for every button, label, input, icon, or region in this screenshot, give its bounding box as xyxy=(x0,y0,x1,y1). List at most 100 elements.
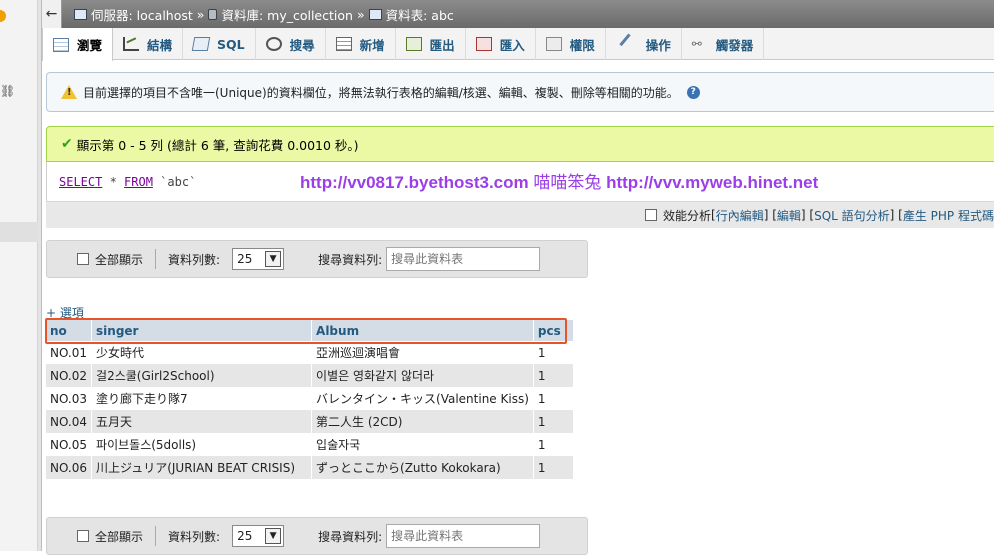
table-row[interactable]: NO.02 걸2스쿨(Girl2School) 이별은 영화같지 않더라 1 xyxy=(46,364,574,387)
tab-privileges[interactable]: 權限 xyxy=(536,28,606,60)
create-php-code-link[interactable]: 產生 PHP 程式碼 xyxy=(903,207,994,224)
insert-icon xyxy=(335,37,352,51)
cell-singer: 川上ジュリア(JURIAN BEAT CRISIS) xyxy=(91,456,313,479)
triggers-icon: ⚯ xyxy=(691,37,702,51)
cell-no: NO.05 xyxy=(46,433,93,456)
table-row[interactable]: NO.05 파이브돌스(5dolls) 입술자국 1 xyxy=(46,433,574,456)
breadcrumb-table[interactable]: 資料表: abc xyxy=(386,5,454,24)
tab-label: 權限 xyxy=(569,37,595,53)
rows-value: 25 xyxy=(237,252,253,266)
import-icon xyxy=(475,37,492,51)
table-row[interactable]: NO.06 川上ジュリア(JURIAN BEAT CRISIS) ずっとここから… xyxy=(46,456,574,479)
rows-value: 25 xyxy=(237,529,253,543)
show-all-checkbox[interactable] xyxy=(77,530,89,542)
edit-link[interactable]: 編輯 xyxy=(777,207,801,224)
tab-browse[interactable]: 瀏覽 xyxy=(42,28,114,61)
rows-per-page-select[interactable]: 25 ▼ xyxy=(232,248,285,270)
rows-per-page-select[interactable]: 25 ▼ xyxy=(232,525,285,547)
browse-icon xyxy=(53,37,69,52)
tab-label: 瀏覽 xyxy=(77,38,103,53)
server-icon xyxy=(74,8,87,20)
back-arrow-icon[interactable]: ← xyxy=(42,0,62,28)
cell-pcs: 1 xyxy=(533,456,574,479)
cell-no: NO.03 xyxy=(46,387,93,410)
explain-sql-link[interactable]: SQL 語句分析 xyxy=(814,207,890,224)
export-icon xyxy=(405,37,422,51)
success-message: ✔ 顯示第 0 - 5 列 (總計 6 筆, 查詢花費 0.0010 秒。) xyxy=(46,126,994,162)
query-links-bar: 效能分析 [ 行內編輯 ] [ 編輯 ] [ SQL 語句分析 ] [ 產生 P… xyxy=(46,202,994,228)
tab-label: 匯入 xyxy=(499,37,525,53)
inline-edit-link[interactable]: 行內編輯 xyxy=(716,207,764,224)
table-navigation-top: 全部顯示 資料列數: 25 ▼ 搜尋資料列: xyxy=(46,240,588,278)
cell-album: バレンタイン・キッス(Valentine Kiss) xyxy=(311,387,534,410)
cell-singer: 五月天 xyxy=(91,410,313,433)
chevron-down-icon: ▼ xyxy=(265,528,282,544)
tab-bar: 瀏覽 結構 SQL 搜尋 新增 匯出 匯入 權限 操作 ⚯ 觸發器 xyxy=(42,28,994,61)
breadcrumb-server[interactable]: 伺服器: localhost xyxy=(91,5,193,24)
watermark-name: 喵喵笨兔 xyxy=(528,173,607,192)
selected-tree-item[interactable] xyxy=(0,222,38,242)
search-icon xyxy=(265,37,282,51)
cell-singer: 걸2스쿨(Girl2School) xyxy=(91,364,313,387)
table-row[interactable]: NO.04 五月天 第二人生 (2CD) 1 xyxy=(46,410,574,433)
chevron-down-icon: ▼ xyxy=(265,251,282,267)
tab-search[interactable]: 搜尋 xyxy=(256,28,326,60)
warning-icon xyxy=(61,85,77,99)
watermark-overlay: http://vv0817.byethost3.com 喵喵笨兔 http://… xyxy=(300,168,818,193)
operations-icon xyxy=(619,33,641,55)
cell-album: 第二人生 (2CD) xyxy=(311,410,534,433)
link-icon[interactable]: ⛓ xyxy=(0,84,15,98)
cell-singer: 파이브돌스(5dolls) xyxy=(91,433,313,456)
logo-icon xyxy=(0,10,6,22)
sql-keyword[interactable]: FROM xyxy=(124,175,153,189)
breadcrumb-database[interactable]: 資料庫: my_collection xyxy=(221,5,352,24)
tab-label: 操作 xyxy=(645,37,671,53)
tab-export[interactable]: 匯出 xyxy=(396,28,466,60)
bracket: ] [ xyxy=(800,208,815,222)
table-row[interactable]: NO.01 少女時代 亞洲巡迴演唱會 1 xyxy=(46,341,574,364)
bracket: ] [ xyxy=(889,208,903,222)
filter-label: 搜尋資料列: xyxy=(318,252,383,267)
table-row[interactable]: NO.03 塗り廊下走り隊7 バレンタイン・キッス(Valentine Kiss… xyxy=(46,387,574,410)
notice-message: 目前選擇的項目不含唯一(Unique)的資料欄位，將無法執行表格的編輯/核選、編… xyxy=(46,72,994,112)
tab-sql[interactable]: SQL xyxy=(183,28,256,60)
breadcrumb-separator: » xyxy=(356,6,365,22)
cell-album: 亞洲巡迴演唱會 xyxy=(311,341,534,364)
header-highlight-box xyxy=(45,318,567,344)
cell-singer: 塗り廊下走り隊7 xyxy=(91,387,313,410)
sql-icon xyxy=(191,37,211,51)
tab-label: 搜尋 xyxy=(289,37,315,53)
separator xyxy=(155,249,157,269)
tab-structure[interactable]: 結構 xyxy=(113,28,184,60)
cell-album: ずっとここから(Zutto Kokokara) xyxy=(311,456,534,479)
tab-operations[interactable]: 操作 xyxy=(606,28,682,60)
breadcrumb: ← 伺服器: localhost » 資料庫: my_collection » … xyxy=(42,0,994,28)
tab-insert[interactable]: 新增 xyxy=(326,28,396,60)
cell-pcs: 1 xyxy=(533,433,574,456)
breadcrumb-separator: » xyxy=(196,6,205,22)
panel-resize-handle[interactable] xyxy=(38,0,42,551)
structure-icon xyxy=(123,37,140,51)
show-all-label: 全部顯示 xyxy=(95,252,144,267)
tab-triggers[interactable]: ⚯ 觸發器 xyxy=(682,28,765,60)
sql-keyword[interactable]: SELECT xyxy=(59,175,102,189)
filter-rows-input[interactable] xyxy=(386,247,541,271)
tab-import[interactable]: 匯入 xyxy=(466,28,536,60)
filter-label: 搜尋資料列: xyxy=(318,529,383,544)
help-icon[interactable]: ? xyxy=(686,85,700,99)
cell-no: NO.06 xyxy=(46,456,93,479)
profiling-checkbox[interactable] xyxy=(644,209,657,221)
tab-label: 新增 xyxy=(359,37,385,53)
cell-album: 이별은 영화같지 않더라 xyxy=(311,364,534,387)
profiling-label: 效能分析 xyxy=(662,208,711,223)
sql-text: * xyxy=(102,174,125,189)
tab-label: 結構 xyxy=(147,37,173,53)
cell-singer: 少女時代 xyxy=(91,341,313,364)
cell-pcs: 1 xyxy=(533,410,574,433)
sql-query[interactable]: SELECT * FROM `abc` xyxy=(59,175,196,189)
rows-label: 資料列數: xyxy=(168,252,221,267)
cell-pcs: 1 xyxy=(533,364,574,387)
filter-rows-input[interactable] xyxy=(386,524,541,548)
show-all-checkbox[interactable] xyxy=(77,253,89,265)
success-text: 顯示第 0 - 5 列 (總計 6 筆, 查詢花費 0.0010 秒。) xyxy=(76,137,359,153)
